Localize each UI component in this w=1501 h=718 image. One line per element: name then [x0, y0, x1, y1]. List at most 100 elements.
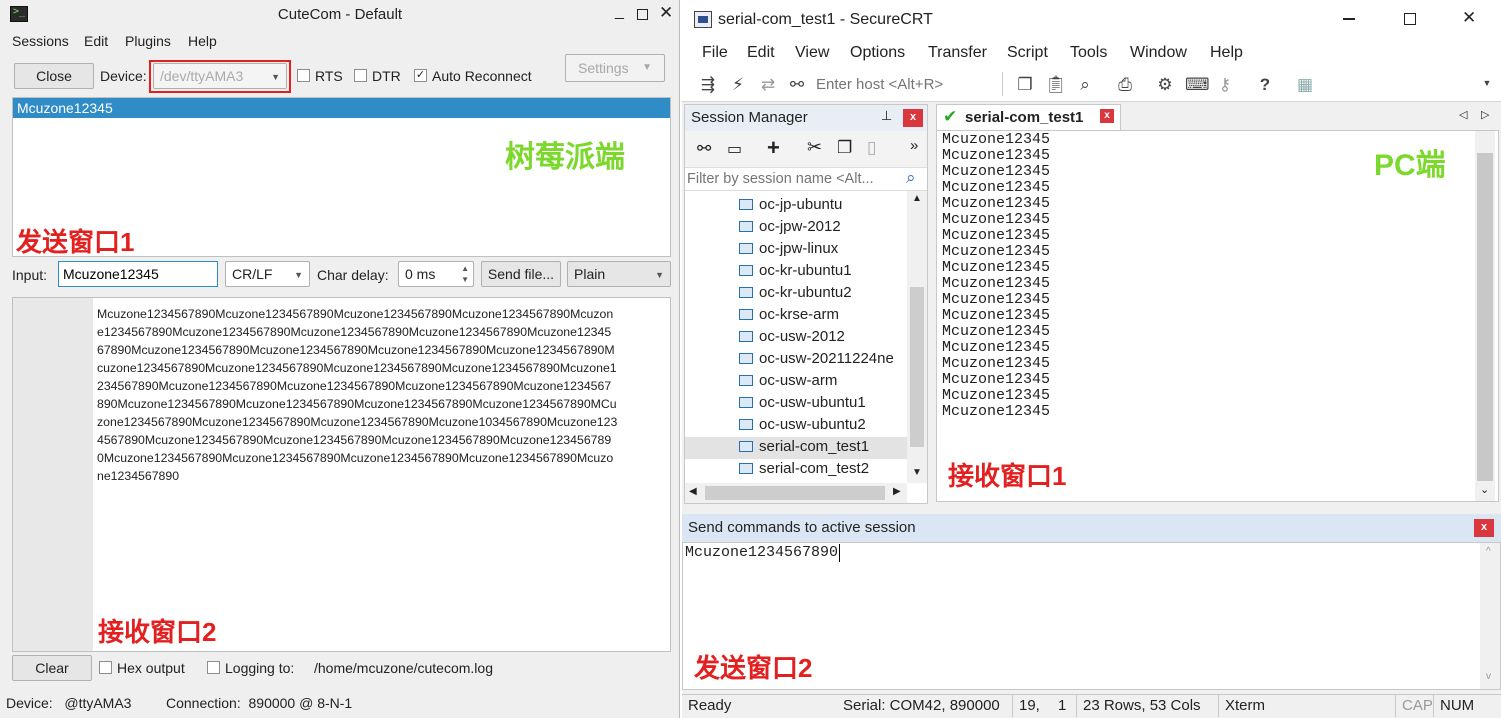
command-scrollbar[interactable]: ^ v: [1480, 543, 1500, 689]
close-icon[interactable]: x: [903, 109, 923, 127]
minimize-icon[interactable]: _: [615, 3, 624, 21]
chevron-down-icon[interactable]: v: [1486, 671, 1491, 682]
spin-arrows-icon[interactable]: ▲ ▼: [461, 263, 469, 285]
menu-script[interactable]: Script: [1007, 44, 1048, 62]
session-item[interactable]: oc-jpw-2012: [685, 217, 907, 239]
menu-edit[interactable]: Edit: [747, 44, 775, 62]
session-item[interactable]: oc-usw-arm: [685, 371, 907, 393]
session-item[interactable]: oc-usw-2012: [685, 327, 907, 349]
minimize-icon[interactable]: [1343, 18, 1355, 20]
history-item[interactable]: Mcuzone12345: [13, 98, 670, 118]
terminal-scrollbar[interactable]: ⌄: [1475, 131, 1495, 501]
receive-output-area[interactable]: Mcuzone1234567890Mcuzone1234567890Mcuzon…: [12, 297, 671, 652]
session-item[interactable]: oc-usw-ubuntu1: [685, 393, 907, 415]
session-item[interactable]: oc-usw-20211224ne: [685, 349, 907, 371]
sftp-icon[interactable]: ▦: [1295, 75, 1315, 95]
menu-help[interactable]: Help: [188, 33, 217, 49]
auto-reconnect-checkbox[interactable]: ✓: [414, 69, 427, 82]
session-item[interactable]: oc-jp-ubuntu: [685, 195, 907, 217]
search-icon[interactable]: ⌕: [906, 168, 916, 188]
scrollbar-thumb[interactable]: [910, 287, 924, 447]
logging-checkbox[interactable]: [207, 661, 220, 674]
maximize-icon[interactable]: [637, 9, 648, 20]
menu-sessions[interactable]: Sessions: [12, 33, 69, 49]
dtr-checkbox[interactable]: [354, 69, 367, 82]
cut-icon[interactable]: ✂: [807, 137, 822, 158]
rts-checkbox[interactable]: [297, 69, 310, 82]
hex-output-checkbox[interactable]: [99, 661, 112, 674]
close-tab-icon[interactable]: x: [1100, 109, 1114, 123]
scrollbar-thumb[interactable]: [1477, 153, 1493, 481]
close-button[interactable]: Close: [14, 63, 94, 89]
host-input[interactable]: [816, 72, 996, 96]
find-binoculars-icon[interactable]: ⌕: [1075, 75, 1095, 95]
session-item[interactable]: serial-com_test1: [685, 437, 907, 459]
maximize-icon[interactable]: [1404, 13, 1416, 25]
menu-file[interactable]: File: [702, 44, 728, 62]
copy-icon[interactable]: ❐: [837, 138, 852, 158]
terminal-view[interactable]: Mcuzone12345 Mcuzone12345 Mcuzone12345 Mcuz…: [936, 130, 1499, 502]
menu-edit[interactable]: Edit: [84, 33, 108, 49]
session-vertical-scrollbar[interactable]: ▲ ▼: [907, 191, 927, 483]
quick-connect-icon[interactable]: ⚡: [728, 75, 748, 95]
char-delay-label: Char delay:: [317, 267, 389, 283]
chevron-down-icon[interactable]: ▼: [912, 467, 922, 478]
menu-options[interactable]: Options: [850, 44, 905, 62]
toolbar-overflow-icon[interactable]: ▼: [1482, 78, 1492, 88]
tab-scroll-left-icon[interactable]: ◁: [1459, 108, 1467, 121]
chevron-down-icon[interactable]: ⌄: [1480, 483, 1489, 496]
menu-tools[interactable]: Tools: [1070, 44, 1107, 62]
session-item[interactable]: oc-usw-ubuntu2: [685, 415, 907, 437]
chevron-right-icon[interactable]: ▶: [893, 486, 901, 497]
overflow-icon[interactable]: »: [910, 137, 918, 154]
pin-icon[interactable]: ⊥: [881, 108, 892, 124]
send-file-button[interactable]: Send file...: [481, 261, 561, 287]
settings-gear-icon[interactable]: ⚙: [1155, 75, 1175, 95]
session-item[interactable]: serial-com_test2: [685, 459, 907, 481]
key-icon[interactable]: ⚷: [1215, 75, 1235, 95]
connect-tree-icon[interactable]: ⇶: [698, 75, 718, 95]
annotation-send-window-1: 发送窗口1: [16, 227, 135, 257]
device-combo[interactable]: /dev/ttyAMA3 ▼: [153, 63, 287, 89]
menu-help[interactable]: Help: [1210, 44, 1243, 62]
session-item[interactable]: oc-kr-ubuntu2: [685, 283, 907, 305]
close-icon[interactable]: ✕: [659, 3, 673, 23]
clear-button[interactable]: Clear: [12, 655, 92, 681]
session-manager-header: Session Manager ⊥ x: [685, 105, 927, 131]
menu-window[interactable]: Window: [1130, 44, 1187, 62]
line-ending-combo[interactable]: CR/LF ▼: [225, 261, 310, 287]
print-icon[interactable]: ⎙: [1115, 75, 1135, 95]
session-window-icon[interactable]: ▭: [727, 139, 742, 159]
paste-icon[interactable]: ▯: [867, 138, 876, 158]
copy-icon[interactable]: ❐: [1015, 75, 1035, 95]
tab-scroll-right-icon[interactable]: ▷: [1481, 108, 1489, 121]
tab-serial-com-test1[interactable]: ✔ serial-com_test1 x: [936, 104, 1121, 130]
scrollbar-thumb[interactable]: [705, 486, 885, 500]
close-icon[interactable]: ✕: [1462, 8, 1476, 28]
menu-plugins[interactable]: Plugins: [125, 33, 171, 49]
settings-button[interactable]: Settings ▼: [565, 54, 665, 82]
input-field[interactable]: [58, 261, 218, 287]
menu-view[interactable]: View: [795, 44, 829, 62]
serial-session-icon: [739, 463, 753, 474]
session-item[interactable]: oc-jpw-linux: [685, 239, 907, 261]
chevron-up-icon[interactable]: ▲: [912, 193, 922, 204]
keymap-icon[interactable]: ⌨: [1185, 75, 1210, 95]
paste-icon[interactable]: 📋︎: [1045, 75, 1067, 95]
session-item[interactable]: oc-krse-arm: [685, 305, 907, 327]
session-item[interactable]: oc-kr-ubuntu1: [685, 261, 907, 283]
session-filter-input[interactable]: [687, 169, 902, 189]
annotation-send-window-2: 发送窗口2: [694, 653, 813, 683]
char-delay-spinbox[interactable]: 0 ms ▲ ▼: [398, 261, 474, 287]
add-session-icon[interactable]: +: [767, 135, 780, 161]
help-icon[interactable]: ?: [1255, 75, 1275, 95]
connect-link-icon[interactable]: ⚯: [697, 139, 711, 159]
chevron-left-icon[interactable]: ◀: [689, 486, 697, 497]
chevron-up-icon[interactable]: ^: [1486, 546, 1491, 557]
format-combo[interactable]: Plain ▼: [567, 261, 671, 287]
reconnect-icon[interactable]: ⇄: [758, 75, 778, 95]
close-icon[interactable]: x: [1474, 519, 1494, 537]
link-icon[interactable]: ⚯: [787, 75, 807, 95]
menu-transfer[interactable]: Transfer: [928, 44, 987, 62]
session-horizontal-scrollbar[interactable]: ◀ ▶: [685, 483, 907, 503]
